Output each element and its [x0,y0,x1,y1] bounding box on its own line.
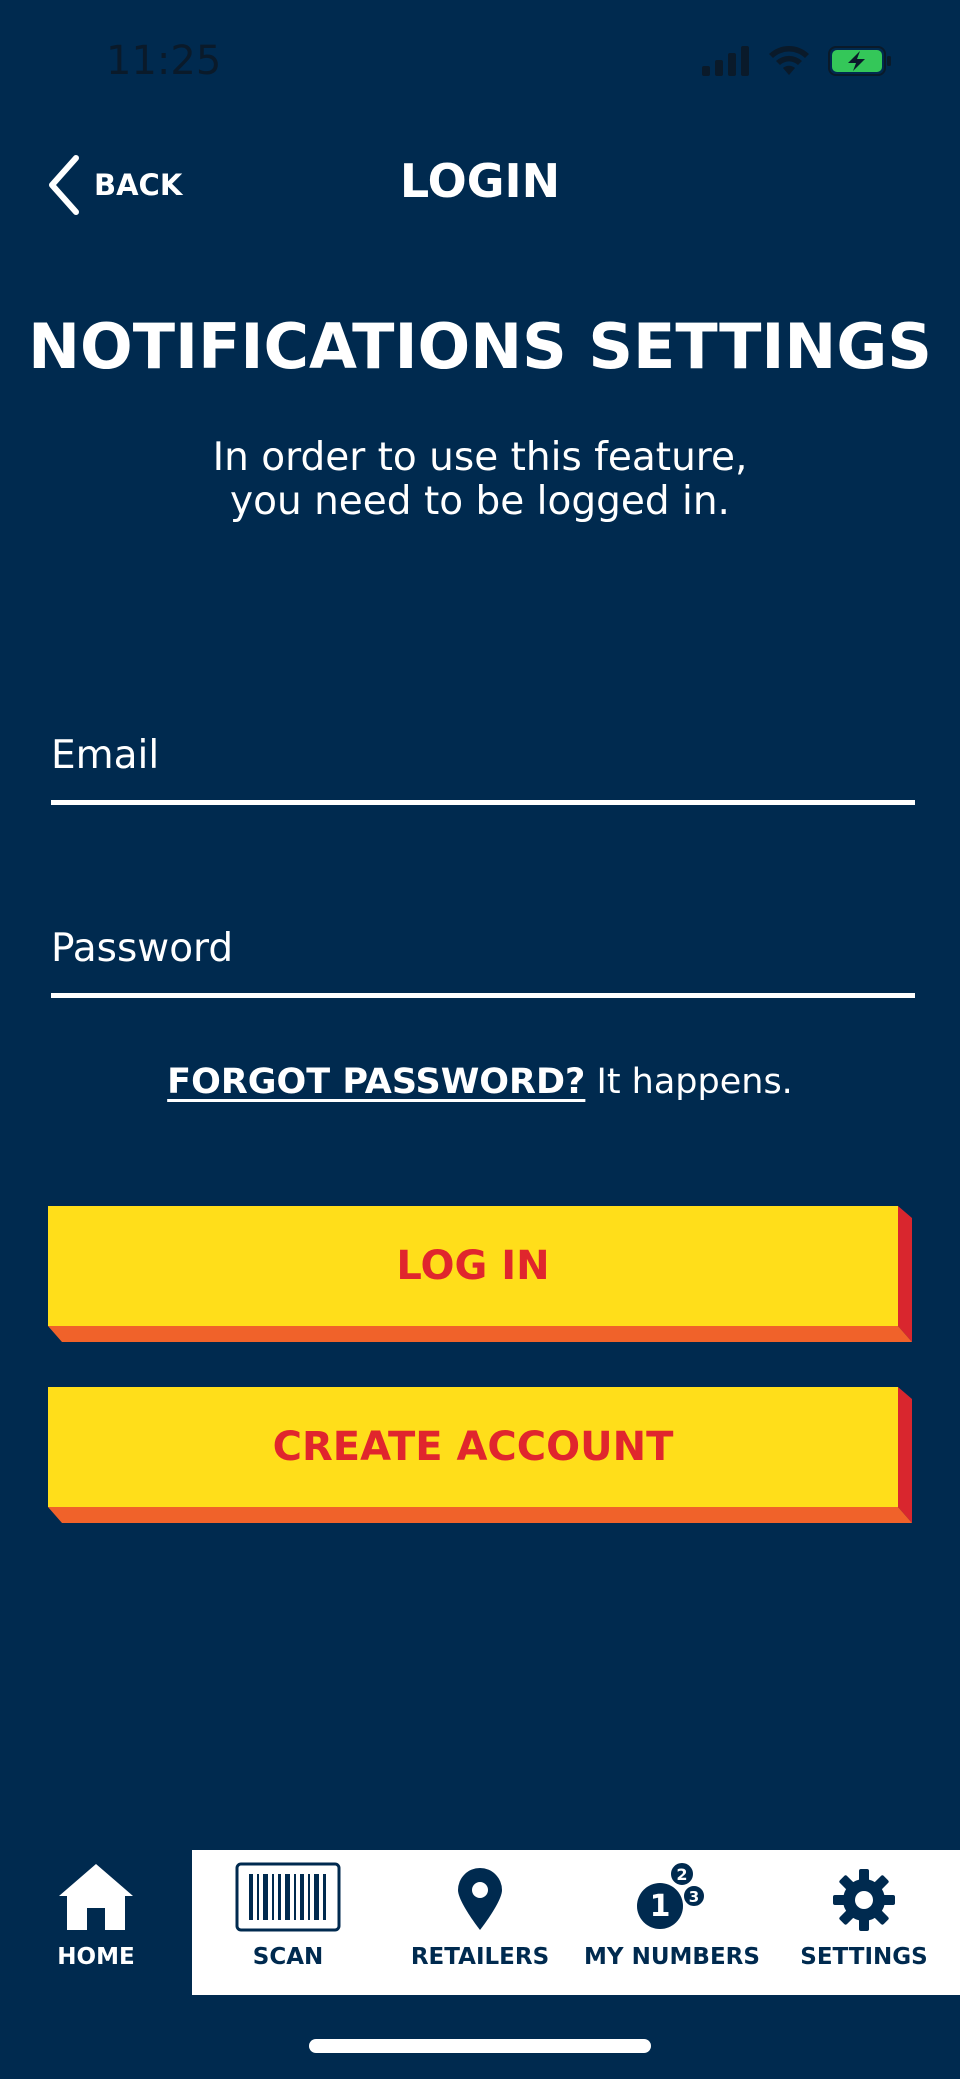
home-icon-wrap [57,1850,135,1940]
svg-text:3: 3 [689,1888,699,1906]
subtitle-line-1: In order to use this feature, [212,435,748,480]
forgot-password-link[interactable]: FORGOT PASSWORD? [167,1062,585,1102]
battery-charging-icon [828,46,891,76]
create-account-button-face: CREATE ACCOUNT [48,1387,898,1507]
tab-scan-label: SCAN [252,1944,324,1970]
nav-bar: BACK LOGIN [0,140,960,230]
wifi-icon [769,46,809,75]
home-icon [59,1864,133,1930]
cellular-signal-icon [702,46,749,76]
login-button-face: LOG IN [48,1206,898,1326]
forgot-password-row: FORGOT PASSWORD? It happens. [0,1062,960,1102]
login-button[interactable]: LOG IN [48,1206,912,1342]
tab-my-numbers[interactable]: 1 2 3 MY NUMBERS [576,1850,768,1995]
gear-icon-wrap [832,1850,896,1940]
create-account-button-shadow-bottom [48,1507,912,1523]
numbers-icon-wrap: 1 2 3 [634,1850,710,1940]
status-time: 11:25 [106,38,222,84]
svg-text:1: 1 [650,1889,671,1924]
password-field[interactable] [51,926,915,971]
create-account-button-label: CREATE ACCOUNT [272,1424,674,1470]
nav-title: LOGIN [399,154,561,208]
email-field[interactable] [51,733,915,778]
login-button-shadow-side [898,1206,912,1342]
svg-text:2: 2 [676,1865,687,1884]
numbers-icon: 1 2 3 [637,1861,706,1929]
status-bar: 11:25 [0,0,960,120]
subtitle-line-2: you need to be logged in. [230,479,730,524]
login-button-label: LOG IN [396,1243,550,1289]
password-field-container [51,898,915,998]
tab-scan[interactable]: SCAN [192,1850,384,1995]
email-field-container [51,705,915,805]
tab-settings[interactable]: SETTINGS [768,1850,960,1995]
create-account-button-shadow-side [898,1387,912,1523]
tab-my-numbers-label: MY NUMBERS [584,1944,760,1970]
page-title: NOTIFICATIONS SETTINGS [28,310,932,383]
map-pin-icon [458,1868,502,1930]
forgot-password-note: It happens. [585,1062,793,1102]
home-indicator [309,2039,651,2053]
gear-icon [833,1869,895,1931]
page-subtitle: In order to use this feature, you need t… [0,436,960,524]
create-account-button[interactable]: CREATE ACCOUNT [48,1387,912,1523]
tab-home[interactable]: HOME [0,1850,192,1995]
tab-home-label: HOME [57,1944,135,1970]
tab-retailers[interactable]: RETAILERS [384,1850,576,1995]
tab-bar: HOME SCAN RETAILERS 1 2 3 MY NUMBERS SET… [0,1850,960,1995]
login-button-shadow-bottom [48,1326,912,1342]
barcode-icon-wrap [235,1850,341,1940]
map-pin-icon-wrap [456,1850,504,1940]
tab-retailers-label: RETAILERS [410,1944,550,1970]
tab-bar-white-panel: SCAN RETAILERS 1 2 3 MY NUMBERS SETTINGS [192,1850,960,1995]
status-icons [702,44,892,78]
tab-settings-label: SETTINGS [800,1944,928,1970]
barcode-icon [235,1862,341,1932]
